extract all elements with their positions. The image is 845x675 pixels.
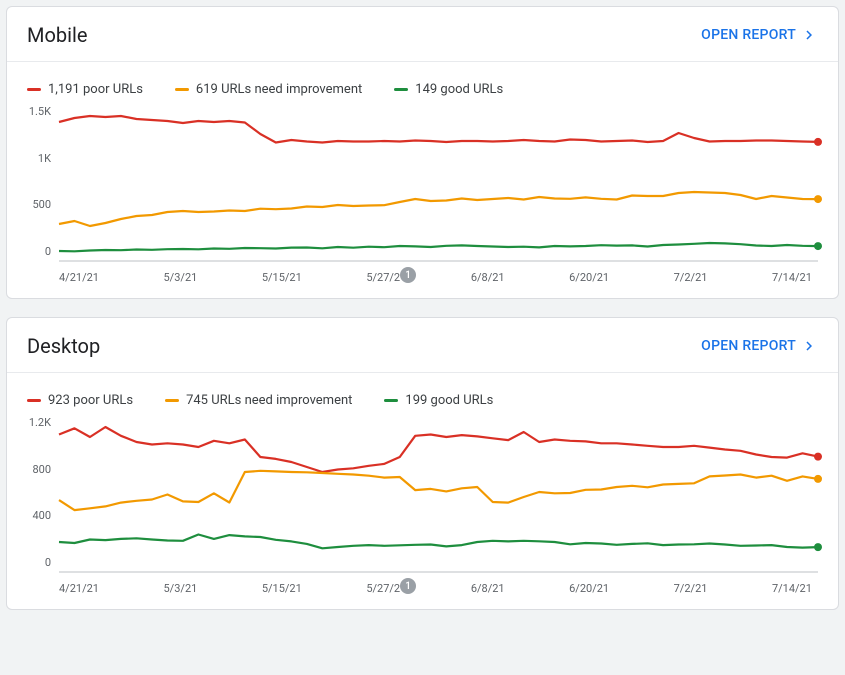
chart-plot: 1 [59,111,818,261]
x-tick: 4/21/21 [59,271,99,284]
chart-endpoint-dot [814,195,822,203]
legend-dash-icon [394,88,408,91]
chart-legend: 923 poor URLs 745 URLs need improvement … [7,373,838,416]
panel-title: Desktop [27,334,100,358]
x-tick: 6/8/21 [471,271,505,284]
x-tick: 4/21/21 [59,582,99,595]
x-tick: 7/14/21 [772,271,812,284]
chart-endpoint-dot [814,242,822,250]
legend-label: 745 URLs need improvement [186,393,352,408]
chart-plot: 1 [59,422,818,572]
chart-svg [59,422,818,572]
x-axis-labels: 4/21/215/3/215/15/215/27/216/8/216/20/21… [59,572,818,595]
chart-series-line [59,471,818,510]
legend-dash-icon [165,399,179,402]
x-tick: 7/2/21 [674,582,708,595]
legend-label: 923 poor URLs [48,393,133,408]
annotation-marker[interactable]: 1 [400,267,416,283]
y-tick: 0 [21,556,51,569]
annotation-marker[interactable]: 1 [400,578,416,594]
legend-label: 149 good URLs [415,82,503,97]
panel-title: Mobile [27,23,87,47]
y-tick: 1.2K [21,416,51,429]
chart-legend: 1,191 poor URLs 619 URLs need improvemen… [7,62,838,105]
chart-endpoint-dot [814,543,822,551]
legend-item-good: 149 good URLs [394,82,503,97]
open-report-label: OPEN REPORT [701,27,796,43]
chart-series-line [59,116,818,143]
legend-dash-icon [27,88,41,91]
legend-item-good: 199 good URLs [384,393,493,408]
chart-endpoint-dot [814,475,822,483]
legend-label: 199 good URLs [405,393,493,408]
y-tick: 1.5K [21,105,51,118]
x-tick: 5/3/21 [164,582,198,595]
legend-dash-icon [27,399,41,402]
legend-item-poor: 1,191 poor URLs [27,82,143,97]
legend-item-needs-improvement: 745 URLs need improvement [165,393,352,408]
chart-area: 1.5K1K5000 1 4/21/215/3/215/15/215/27/21… [7,105,838,286]
chart-series-line [59,535,818,549]
chart-series-line [59,192,818,226]
open-report-link[interactable]: OPEN REPORT [701,337,818,355]
x-tick: 7/2/21 [674,271,708,284]
chevron-right-icon [800,26,818,44]
x-tick: 6/20/21 [569,582,609,595]
card-header: Mobile OPEN REPORT [7,7,838,57]
chart-svg [59,111,818,261]
chart-endpoint-dot [814,453,822,461]
mobile-card: Mobile OPEN REPORT 1,191 poor URLs 619 U… [6,6,839,299]
y-tick: 1K [21,152,51,165]
legend-label: 619 URLs need improvement [196,82,362,97]
x-tick: 7/14/21 [772,582,812,595]
y-tick: 400 [21,509,51,522]
y-axis-labels: 1.5K 1K 500 0 [21,105,51,258]
y-tick: 800 [21,463,51,476]
chart-endpoint-dot [814,138,822,146]
desktop-card: Desktop OPEN REPORT 923 poor URLs 745 UR… [6,317,839,610]
open-report-label: OPEN REPORT [701,338,796,354]
open-report-link[interactable]: OPEN REPORT [701,26,818,44]
chart-series-line [59,243,818,251]
legend-item-poor: 923 poor URLs [27,393,133,408]
chart-area: 1.2K8004000 1 4/21/215/3/215/15/215/27/2… [7,416,838,597]
x-tick: 5/3/21 [164,271,198,284]
legend-dash-icon [384,399,398,402]
y-axis-labels: 1.2K 800 400 0 [21,416,51,569]
legend-dash-icon [175,88,189,91]
legend-item-needs-improvement: 619 URLs need improvement [175,82,362,97]
card-header: Desktop OPEN REPORT [7,318,838,368]
y-tick: 0 [21,245,51,258]
x-tick: 5/15/21 [262,582,302,595]
x-tick: 6/20/21 [569,271,609,284]
y-tick: 500 [21,198,51,211]
x-tick: 6/8/21 [471,582,505,595]
x-tick: 5/15/21 [262,271,302,284]
legend-label: 1,191 poor URLs [48,82,143,97]
chart-series-line [59,427,818,472]
chevron-right-icon [800,337,818,355]
x-axis-labels: 4/21/215/3/215/15/215/27/216/8/216/20/21… [59,261,818,284]
